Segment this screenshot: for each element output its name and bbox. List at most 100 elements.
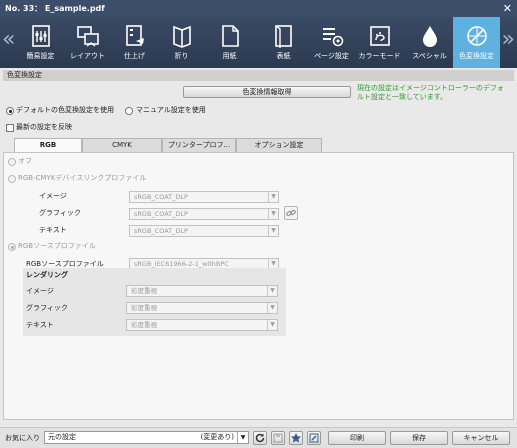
devicelink-text-select[interactable]: sRGB_COAT_DLP ▼: [129, 225, 279, 237]
star-icon: [291, 433, 301, 443]
edit-favorite-button[interactable]: [307, 431, 321, 445]
rendering-text-select[interactable]: 彩度重視 ▼: [126, 319, 278, 331]
off-label: オフ: [18, 157, 32, 165]
favorites-label: お気に入り: [5, 434, 40, 442]
fold-icon: [172, 25, 191, 48]
select-value: sRGB_IEC61966-2-1_withBPC: [134, 260, 229, 268]
footer-bar: お気に入り 元の設定 (変更あり) ▼ 印刷 保存 キャンセル: [0, 427, 517, 448]
tab-label: スペシャル: [412, 52, 447, 60]
devicelink-label: RGB-CMYKデバイスリンクプロファイル: [18, 174, 147, 182]
select-value: 彩度重視: [131, 287, 157, 295]
section-header: 色変換設定: [3, 70, 514, 81]
tab-paper[interactable]: 用紙: [206, 17, 253, 68]
close-icon[interactable]: ✕: [503, 0, 512, 17]
tab-label: 折り: [174, 52, 189, 60]
favorites-select[interactable]: 元の設定 (変更あり) ▼: [44, 431, 249, 444]
chevron-down-icon: ▼: [267, 303, 277, 313]
select-value: 彩度重視: [131, 321, 157, 329]
chevron-down-icon: ▼: [267, 286, 277, 296]
select-value: sRGB_COAT_DLP: [134, 227, 188, 235]
manual-mode-radio[interactable]: [125, 107, 133, 115]
tab-special[interactable]: スペシャル: [406, 17, 453, 68]
chevron-down-icon: ▼: [267, 320, 277, 330]
tab-label: カラーモード: [358, 52, 401, 60]
chevron-down-icon: ▼: [268, 209, 278, 219]
window-titlebar: No. 33： E_sample.pdf ✕: [0, 0, 517, 17]
tab-simple-setting[interactable]: 簡易設定: [17, 17, 64, 68]
favorites-changed: (変更あり): [200, 433, 234, 441]
tab-label: ページ設定: [314, 52, 349, 60]
tab-page-setting[interactable]: ページ設定: [308, 17, 355, 68]
settings-note: 現在の設定はイメージコントローラーのデフォルト設定と一致しています。: [357, 84, 504, 101]
save-button[interactable]: 保存: [390, 431, 448, 445]
cancel-button[interactable]: キャンセル: [452, 431, 510, 445]
tab-color-conversion[interactable]: 色変換設定: [453, 17, 500, 68]
refresh-button[interactable]: [253, 431, 267, 445]
page-setting-icon: [322, 28, 343, 47]
off-radio[interactable]: [8, 158, 16, 166]
tab-printer-profile[interactable]: プリンタープロフ...: [162, 138, 236, 152]
reflect-latest-label: 最新の設定を反映: [16, 123, 72, 131]
rendering-text-label: テキスト: [26, 321, 54, 329]
tab-cmyk[interactable]: CMYK: [82, 138, 162, 152]
tab-layout[interactable]: レイアウト: [64, 17, 111, 68]
settings-ribbon: « 簡易設定 レイアウト 仕上げ 折り 用紙 表紙 ページ設定 カラーモード ス…: [0, 17, 517, 68]
tab-label: レイアウト: [70, 52, 105, 60]
favorite-star-button[interactable]: [289, 431, 303, 445]
get-color-info-button[interactable]: 色変換情報取得: [183, 86, 351, 98]
tab-color-mode[interactable]: カラーモード: [356, 17, 403, 68]
select-value: sRGB_COAT_DLP: [134, 193, 188, 201]
window-title: No. 33： E_sample.pdf: [5, 4, 105, 13]
devicelink-radio[interactable]: [8, 175, 16, 183]
select-value: sRGB_COAT_DLP: [134, 210, 188, 218]
reflect-latest-checkbox[interactable]: [6, 124, 14, 132]
rendering-graphic-label: グラフィック: [26, 304, 68, 312]
tab-label: 用紙: [222, 52, 237, 60]
devicelink-image-label: イメージ: [39, 192, 67, 200]
chevron-down-icon: ▼: [268, 192, 278, 202]
devicelink-graphic-label: グラフィック: [39, 209, 81, 217]
tab-label: 仕上げ: [124, 52, 145, 60]
tab-label: 簡易設定: [26, 52, 55, 60]
color-mode-icon: [369, 26, 390, 46]
devicelink-graphic-select[interactable]: sRGB_COAT_DLP ▼: [129, 208, 279, 220]
tab-option-setting[interactable]: オプション設定: [236, 138, 322, 152]
floppy-icon: [273, 433, 283, 443]
cover-icon: [274, 25, 292, 48]
tab-label: 色変換設定: [459, 52, 494, 60]
default-mode-label: デフォルトの色変換設定を使用: [16, 106, 114, 114]
source-profile-radio-label: RGBソースプロファイル: [18, 242, 96, 250]
save-favorite-button[interactable]: [271, 431, 285, 445]
link-icon: [286, 209, 296, 217]
edit-icon: [309, 433, 319, 443]
select-value: 彩度重視: [131, 304, 157, 312]
source-profile-radio[interactable]: [8, 243, 16, 251]
rendering-graphic-select[interactable]: 彩度重視 ▼: [126, 302, 278, 314]
rendering-image-label: イメージ: [26, 287, 54, 295]
tab-rgb[interactable]: RGB: [14, 138, 82, 152]
print-button[interactable]: 印刷: [328, 431, 386, 445]
layout-icon: [76, 26, 99, 47]
chevron-down-icon: ▼: [237, 432, 248, 443]
finishing-icon: [125, 25, 144, 46]
scroll-left-icon[interactable]: «: [2, 27, 15, 53]
tab-fold[interactable]: 折り: [158, 17, 205, 68]
chevron-down-icon: ▼: [268, 226, 278, 236]
paper-icon: [221, 25, 239, 47]
special-icon: [422, 26, 437, 47]
refresh-icon: [255, 433, 265, 443]
link-button[interactable]: [284, 206, 298, 220]
simple-setting-icon: [31, 25, 50, 47]
tab-finishing[interactable]: 仕上げ: [111, 17, 158, 68]
tab-cover[interactable]: 表紙: [260, 17, 307, 68]
rendering-image-select[interactable]: 彩度重視 ▼: [126, 285, 278, 297]
manual-mode-label: マニュアル設定を使用: [136, 106, 206, 114]
favorites-value: 元の設定: [48, 433, 76, 441]
scroll-right-icon[interactable]: »: [502, 27, 515, 53]
tab-label: 表紙: [276, 52, 291, 60]
default-mode-radio[interactable]: [6, 107, 14, 115]
devicelink-image-select[interactable]: sRGB_COAT_DLP ▼: [129, 191, 279, 203]
devicelink-text-label: テキスト: [39, 226, 67, 234]
rendering-label: レンダリング: [26, 271, 68, 279]
color-conversion-icon: [466, 26, 487, 46]
